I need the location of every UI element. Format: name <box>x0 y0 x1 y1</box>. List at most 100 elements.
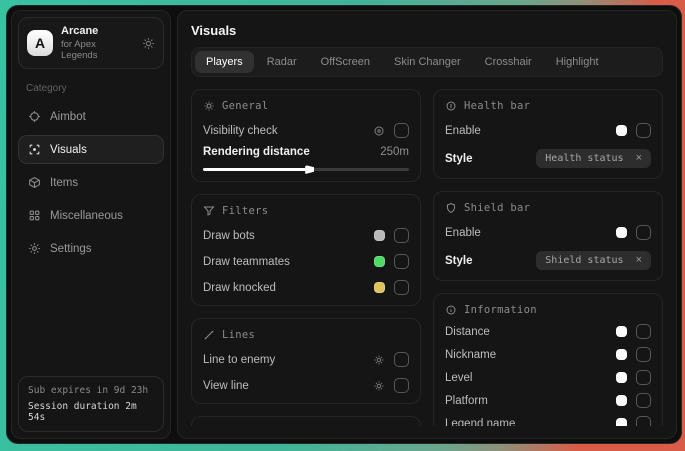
row-shield-style: Style Shield status × <box>445 251 651 270</box>
row-label: View line <box>203 380 249 392</box>
row-line-to-enemy: Line to enemy <box>203 352 409 367</box>
sidebar-item-aimbot[interactable]: Aimbot <box>18 102 164 131</box>
brand-text: Arcane for Apex Legends <box>61 25 134 61</box>
sun-gear-icon <box>203 100 215 112</box>
row-view-line: View line <box>203 378 409 393</box>
card-box: Box Enable Enable background <box>191 416 421 426</box>
card-title: Information <box>464 304 537 316</box>
slider-thumb[interactable] <box>305 165 314 174</box>
row-label: Enable <box>445 227 481 239</box>
row-draw-knocked: Draw knocked <box>203 280 409 295</box>
draw-knocked-checkbox[interactable] <box>394 280 409 295</box>
platform-checkbox[interactable] <box>636 393 651 408</box>
color-swatch[interactable] <box>616 227 627 238</box>
row-label: Legend name <box>445 418 515 427</box>
sidebar-nav: Aimbot Visuals Items Miscellaneous <box>18 102 164 263</box>
card-health-bar: Health bar Enable Style Health status <box>433 89 663 179</box>
card-title: Health bar <box>464 100 530 112</box>
sidebar-item-label: Aimbot <box>50 111 86 123</box>
distance-checkbox[interactable] <box>636 324 651 339</box>
shield-style-select[interactable]: Shield status × <box>536 251 651 270</box>
tab-radar[interactable]: Radar <box>256 51 308 73</box>
tab-bar: Players Radar OffScreen Skin Changer Cro… <box>191 47 663 77</box>
row-level: Level <box>445 370 651 385</box>
draw-bots-checkbox[interactable] <box>394 228 409 243</box>
rendering-distance-slider[interactable] <box>203 168 409 171</box>
row-label: Platform <box>445 395 488 407</box>
row-label: Visibility check <box>203 125 278 137</box>
sidebar: A Arcane for Apex Legends Category Aimbo… <box>11 10 171 439</box>
close-icon[interactable]: × <box>636 255 642 266</box>
color-swatch[interactable] <box>374 230 385 241</box>
health-icon <box>445 100 457 112</box>
eye-scan-icon <box>28 143 41 156</box>
color-swatch[interactable] <box>374 282 385 293</box>
color-swatch[interactable] <box>616 418 627 426</box>
sidebar-item-settings[interactable]: Settings <box>18 234 164 263</box>
info-icon <box>445 304 457 316</box>
brand-header: A Arcane for Apex Legends <box>18 17 164 69</box>
app-window: A Arcane for Apex Legends Category Aimbo… <box>6 5 682 444</box>
row-label: Draw teammates <box>203 256 290 268</box>
main-panel: Visuals Players Radar OffScreen Skin Cha… <box>177 10 677 439</box>
row-label: Nickname <box>445 349 496 361</box>
cube-icon <box>28 176 41 189</box>
row-visibility-check: Visibility check <box>203 123 409 138</box>
card-general: General Visibility check Rendering dista… <box>191 89 421 182</box>
app-subtitle: for Apex Legends <box>61 39 134 61</box>
color-swatch[interactable] <box>616 349 627 360</box>
shield-enable-checkbox[interactable] <box>636 225 651 240</box>
sidebar-item-label: Miscellaneous <box>50 210 123 222</box>
tab-players[interactable]: Players <box>195 51 254 73</box>
category-label: Category <box>26 83 156 94</box>
sidebar-item-visuals[interactable]: Visuals <box>18 135 164 164</box>
shield-icon <box>445 202 457 214</box>
eye-settings-icon[interactable] <box>373 125 385 137</box>
tab-crosshair[interactable]: Crosshair <box>474 51 543 73</box>
row-draw-teammates: Draw teammates <box>203 254 409 269</box>
gear-icon[interactable] <box>142 37 155 50</box>
gear-icon[interactable] <box>373 354 385 366</box>
nickname-checkbox[interactable] <box>636 347 651 362</box>
row-label: Draw knocked <box>203 282 276 294</box>
card-title: Filters <box>222 205 268 217</box>
tab-offscreen[interactable]: OffScreen <box>310 51 381 73</box>
card-title: General <box>222 100 268 112</box>
page-title: Visuals <box>191 23 663 38</box>
gear-icon <box>28 242 41 255</box>
card-shield-bar: Shield bar Enable Style Shield status <box>433 191 663 281</box>
gear-icon[interactable] <box>373 380 385 392</box>
row-draw-bots: Draw bots <box>203 228 409 243</box>
sidebar-item-items[interactable]: Items <box>18 168 164 197</box>
settings-content: General Visibility check Rendering dista… <box>191 89 663 426</box>
tab-skin-changer[interactable]: Skin Changer <box>383 51 472 73</box>
row-legend-name: Legend name <box>445 416 651 426</box>
select-value: Health status <box>545 153 623 164</box>
sidebar-item-label: Settings <box>50 243 92 255</box>
row-platform: Platform <box>445 393 651 408</box>
card-lines: Lines Line to enemy View line <box>191 318 421 404</box>
view-line-checkbox[interactable] <box>394 378 409 393</box>
color-swatch[interactable] <box>616 125 627 136</box>
row-label: Line to enemy <box>203 354 275 366</box>
color-swatch[interactable] <box>616 395 627 406</box>
row-label: Distance <box>445 326 490 338</box>
visibility-check-checkbox[interactable] <box>394 123 409 138</box>
row-label: Rendering distance <box>203 146 310 158</box>
line-to-enemy-checkbox[interactable] <box>394 352 409 367</box>
crosshair-icon <box>28 110 41 123</box>
close-icon[interactable]: × <box>636 153 642 164</box>
level-checkbox[interactable] <box>636 370 651 385</box>
row-label: Level <box>445 372 473 384</box>
sidebar-item-miscellaneous[interactable]: Miscellaneous <box>18 201 164 230</box>
row-distance: Distance <box>445 324 651 339</box>
draw-teammates-checkbox[interactable] <box>394 254 409 269</box>
tab-highlight[interactable]: Highlight <box>545 51 610 73</box>
row-health-style: Style Health status × <box>445 149 651 168</box>
health-enable-checkbox[interactable] <box>636 123 651 138</box>
legend-name-checkbox[interactable] <box>636 416 651 426</box>
color-swatch[interactable] <box>616 326 627 337</box>
color-swatch[interactable] <box>374 256 385 267</box>
color-swatch[interactable] <box>616 372 627 383</box>
health-style-select[interactable]: Health status × <box>536 149 651 168</box>
